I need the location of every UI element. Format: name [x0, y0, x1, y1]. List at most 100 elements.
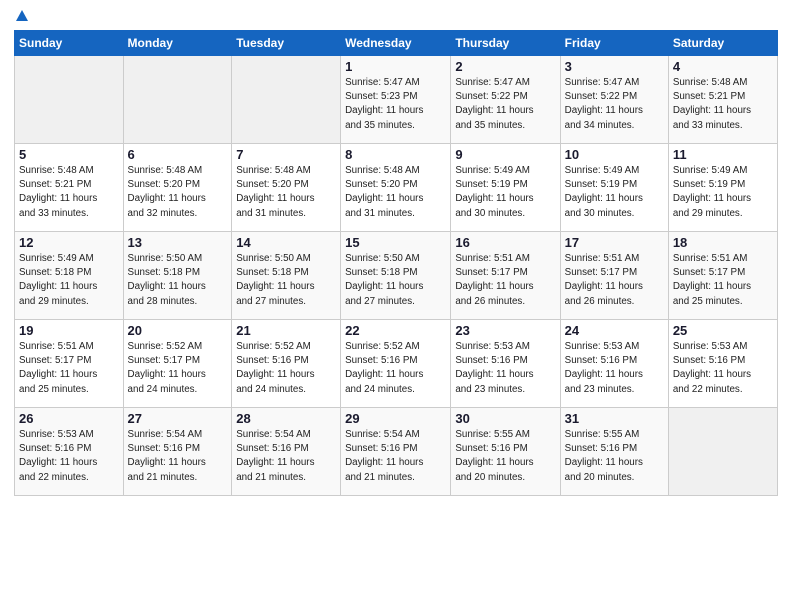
- day-info: Sunrise: 5:49 AMSunset: 5:18 PMDaylight:…: [19, 252, 119, 309]
- day-info: Sunrise: 5:52 AMSunset: 5:16 PMDaylight:…: [345, 340, 446, 397]
- day-number: 15: [345, 235, 446, 250]
- day-info: Sunrise: 5:51 AMSunset: 5:17 PMDaylight:…: [19, 340, 119, 397]
- day-info: Sunrise: 5:47 AMSunset: 5:23 PMDaylight:…: [345, 76, 446, 133]
- calendar-cell: [232, 56, 341, 144]
- weekday-header-wednesday: Wednesday: [341, 31, 451, 56]
- day-number: 20: [128, 323, 228, 338]
- day-info: Sunrise: 5:53 AMSunset: 5:16 PMDaylight:…: [19, 428, 119, 485]
- calendar-cell: 13 Sunrise: 5:50 AMSunset: 5:18 PMDayligh…: [123, 232, 232, 320]
- calendar-cell: [123, 56, 232, 144]
- calendar-cell: 21 Sunrise: 5:52 AMSunset: 5:16 PMDayligh…: [232, 320, 341, 408]
- day-info: Sunrise: 5:49 AMSunset: 5:19 PMDaylight:…: [565, 164, 664, 221]
- day-number: 12: [19, 235, 119, 250]
- day-number: 1: [345, 59, 446, 74]
- calendar-cell: 3 Sunrise: 5:47 AMSunset: 5:22 PMDaylight…: [560, 56, 668, 144]
- logo-arrow-icon: [16, 10, 28, 21]
- day-info: Sunrise: 5:54 AMSunset: 5:16 PMDaylight:…: [236, 428, 336, 485]
- day-info: Sunrise: 5:53 AMSunset: 5:16 PMDaylight:…: [455, 340, 555, 397]
- day-info: Sunrise: 5:48 AMSunset: 5:20 PMDaylight:…: [236, 164, 336, 221]
- calendar-header: SundayMondayTuesdayWednesdayThursdayFrid…: [15, 31, 778, 56]
- day-number: 7: [236, 147, 336, 162]
- calendar-cell: 27 Sunrise: 5:54 AMSunset: 5:16 PMDayligh…: [123, 408, 232, 496]
- calendar-cell: 30 Sunrise: 5:55 AMSunset: 5:16 PMDayligh…: [451, 408, 560, 496]
- day-number: 6: [128, 147, 228, 162]
- calendar-cell: 24Sunrise: 5:53 AMSunset: 5:16 PMDayligh…: [560, 320, 668, 408]
- calendar-cell: 9 Sunrise: 5:49 AMSunset: 5:19 PMDaylight…: [451, 144, 560, 232]
- day-number: 16: [455, 235, 555, 250]
- calendar-cell: [668, 408, 777, 496]
- weekday-header-monday: Monday: [123, 31, 232, 56]
- calendar-week-row: 26 Sunrise: 5:53 AMSunset: 5:16 PMDayligh…: [15, 408, 778, 496]
- day-number: 27: [128, 411, 228, 426]
- calendar-cell: 4 Sunrise: 5:48 AMSunset: 5:21 PMDaylight…: [668, 56, 777, 144]
- day-number: 10: [565, 147, 664, 162]
- day-number: 3: [565, 59, 664, 74]
- calendar-cell: 18 Sunrise: 5:51 AMSunset: 5:17 PMDayligh…: [668, 232, 777, 320]
- day-number: 5: [19, 147, 119, 162]
- day-info: Sunrise: 5:52 AMSunset: 5:17 PMDaylight:…: [128, 340, 228, 397]
- day-info: Sunrise: 5:54 AMSunset: 5:16 PMDaylight:…: [345, 428, 446, 485]
- day-info: Sunrise: 5:55 AMSunset: 5:16 PMDaylight:…: [455, 428, 555, 485]
- weekday-header-tuesday: Tuesday: [232, 31, 341, 56]
- day-number: 18: [673, 235, 773, 250]
- calendar-body: 1 Sunrise: 5:47 AMSunset: 5:23 PMDaylight…: [15, 56, 778, 496]
- calendar-week-row: 12 Sunrise: 5:49 AMSunset: 5:18 PMDayligh…: [15, 232, 778, 320]
- calendar-cell: 6 Sunrise: 5:48 AMSunset: 5:20 PMDaylight…: [123, 144, 232, 232]
- weekday-header-saturday: Saturday: [668, 31, 777, 56]
- calendar-cell: 29 Sunrise: 5:54 AMSunset: 5:16 PMDayligh…: [341, 408, 451, 496]
- day-number: 14: [236, 235, 336, 250]
- day-info: Sunrise: 5:51 AMSunset: 5:17 PMDaylight:…: [673, 252, 773, 309]
- weekday-header-row: SundayMondayTuesdayWednesdayThursdayFrid…: [15, 31, 778, 56]
- calendar-cell: 19 Sunrise: 5:51 AMSunset: 5:17 PMDayligh…: [15, 320, 124, 408]
- day-number: 21: [236, 323, 336, 338]
- day-number: 31: [565, 411, 664, 426]
- logo: [14, 10, 28, 22]
- day-number: 19: [19, 323, 119, 338]
- calendar-cell: 26 Sunrise: 5:53 AMSunset: 5:16 PMDayligh…: [15, 408, 124, 496]
- day-number: 17: [565, 235, 664, 250]
- day-number: 28: [236, 411, 336, 426]
- day-info: Sunrise: 5:47 AMSunset: 5:22 PMDaylight:…: [565, 76, 664, 133]
- calendar-cell: 23 Sunrise: 5:53 AMSunset: 5:16 PMDayligh…: [451, 320, 560, 408]
- calendar-cell: 1 Sunrise: 5:47 AMSunset: 5:23 PMDaylight…: [341, 56, 451, 144]
- calendar-cell: 8Sunrise: 5:48 AMSunset: 5:20 PMDaylight…: [341, 144, 451, 232]
- day-number: 23: [455, 323, 555, 338]
- day-number: 4: [673, 59, 773, 74]
- day-info: Sunrise: 5:51 AMSunset: 5:17 PMDaylight:…: [565, 252, 664, 309]
- calendar-week-row: 5 Sunrise: 5:48 AMSunset: 5:21 PMDaylight…: [15, 144, 778, 232]
- calendar-cell: 31 Sunrise: 5:55 AMSunset: 5:16 PMDayligh…: [560, 408, 668, 496]
- day-number: 9: [455, 147, 555, 162]
- calendar-cell: 22Sunrise: 5:52 AMSunset: 5:16 PMDayligh…: [341, 320, 451, 408]
- day-info: Sunrise: 5:55 AMSunset: 5:16 PMDaylight:…: [565, 428, 664, 485]
- day-number: 26: [19, 411, 119, 426]
- day-number: 11: [673, 147, 773, 162]
- day-info: Sunrise: 5:50 AMSunset: 5:18 PMDaylight:…: [128, 252, 228, 309]
- day-info: Sunrise: 5:54 AMSunset: 5:16 PMDaylight:…: [128, 428, 228, 485]
- calendar-cell: 14Sunrise: 5:50 AMSunset: 5:18 PMDayligh…: [232, 232, 341, 320]
- calendar-cell: 15 Sunrise: 5:50 AMSunset: 5:18 PMDayligh…: [341, 232, 451, 320]
- day-number: 29: [345, 411, 446, 426]
- calendar-cell: 16 Sunrise: 5:51 AMSunset: 5:17 PMDayligh…: [451, 232, 560, 320]
- calendar-cell: 17 Sunrise: 5:51 AMSunset: 5:17 PMDayligh…: [560, 232, 668, 320]
- day-info: Sunrise: 5:48 AMSunset: 5:20 PMDaylight:…: [128, 164, 228, 221]
- day-number: 24: [565, 323, 664, 338]
- day-number: 25: [673, 323, 773, 338]
- calendar-cell: 12 Sunrise: 5:49 AMSunset: 5:18 PMDayligh…: [15, 232, 124, 320]
- day-info: Sunrise: 5:53 AMSunset: 5:16 PMDaylight:…: [673, 340, 773, 397]
- calendar-week-row: 19 Sunrise: 5:51 AMSunset: 5:17 PMDayligh…: [15, 320, 778, 408]
- day-info: Sunrise: 5:51 AMSunset: 5:17 PMDaylight:…: [455, 252, 555, 309]
- day-number: 13: [128, 235, 228, 250]
- day-number: 30: [455, 411, 555, 426]
- day-info: Sunrise: 5:50 AMSunset: 5:18 PMDaylight:…: [345, 252, 446, 309]
- page-container: SundayMondayTuesdayWednesdayThursdayFrid…: [0, 0, 792, 504]
- day-info: Sunrise: 5:47 AMSunset: 5:22 PMDaylight:…: [455, 76, 555, 133]
- day-number: 8: [345, 147, 446, 162]
- day-info: Sunrise: 5:48 AMSunset: 5:21 PMDaylight:…: [19, 164, 119, 221]
- weekday-header-friday: Friday: [560, 31, 668, 56]
- day-info: Sunrise: 5:52 AMSunset: 5:16 PMDaylight:…: [236, 340, 336, 397]
- day-info: Sunrise: 5:48 AMSunset: 5:21 PMDaylight:…: [673, 76, 773, 133]
- calendar-week-row: 1 Sunrise: 5:47 AMSunset: 5:23 PMDaylight…: [15, 56, 778, 144]
- calendar-cell: 28 Sunrise: 5:54 AMSunset: 5:16 PMDayligh…: [232, 408, 341, 496]
- weekday-header-thursday: Thursday: [451, 31, 560, 56]
- day-info: Sunrise: 5:49 AMSunset: 5:19 PMDaylight:…: [455, 164, 555, 221]
